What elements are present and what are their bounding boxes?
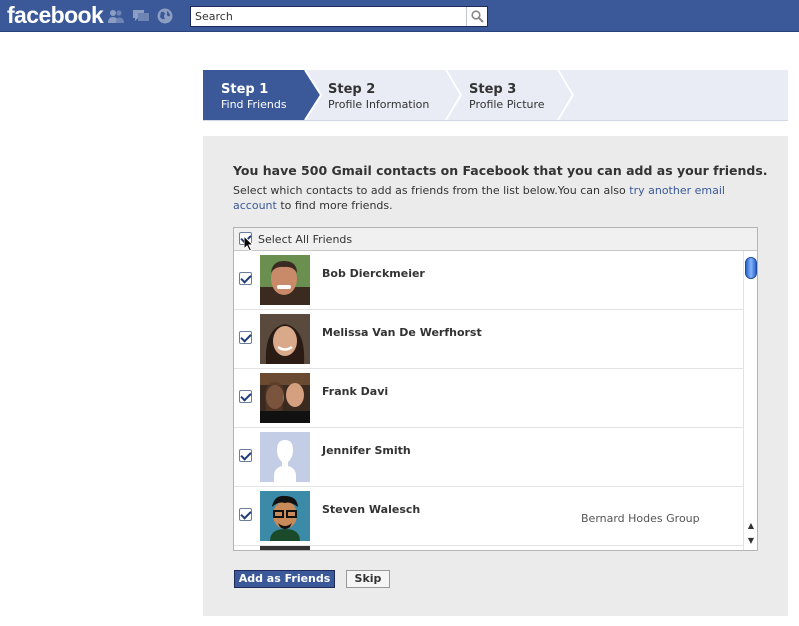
default-silhouette-icon: [260, 432, 310, 482]
skip-button[interactable]: Skip: [346, 570, 390, 588]
description-text: Select which contacts to add as friends …: [233, 184, 630, 197]
friend-name: Jennifer Smith: [322, 444, 411, 457]
step-2-title: Step 2: [328, 82, 376, 97]
step-1-title: Step 1: [221, 82, 269, 97]
friend-list-scrollbar[interactable]: ▲ ▼: [743, 251, 757, 550]
friend-row[interactable]: Steven Walesch Bernard Hodes Group: [234, 487, 743, 546]
friend-checkbox[interactable]: [239, 390, 252, 403]
friend-name: Frank Davi: [322, 385, 389, 398]
description-suffix: to find more friends.: [276, 199, 393, 212]
friend-name: Melissa Van De Werfhorst: [322, 326, 482, 339]
friend-list: Select All Friends Bob Dierckmeier Melis…: [233, 227, 758, 551]
contacts-headline: You have 500 Gmail contacts on Facebook …: [233, 163, 768, 178]
scroll-up-icon[interactable]: ▲: [744, 519, 758, 532]
friend-name: Bob Dierckmeier: [322, 267, 425, 280]
add-as-friends-button[interactable]: Add as Friends: [234, 570, 335, 588]
profile-photo-icon: [260, 314, 310, 364]
friend-requests-icon[interactable]: [108, 8, 124, 24]
friend-row[interactable]: Jennifer Smith: [234, 428, 743, 487]
search-input[interactable]: [191, 7, 467, 26]
friend-checkbox[interactable]: [239, 331, 252, 344]
notifications-icon[interactable]: [157, 8, 173, 24]
friend-checkbox[interactable]: [239, 272, 252, 285]
mouse-cursor-icon: [244, 236, 254, 252]
friend-checkbox[interactable]: [239, 508, 252, 521]
profile-photo-icon: [260, 373, 310, 423]
step-1-subtitle: Find Friends: [221, 98, 287, 111]
friend-checkbox[interactable]: [239, 449, 252, 462]
friend-row-partial[interactable]: [234, 546, 743, 550]
contacts-description: Select which contacts to add as friends …: [233, 183, 753, 213]
messages-icon[interactable]: [133, 8, 149, 24]
find-friends-panel: You have 500 Gmail contacts on Facebook …: [203, 136, 788, 616]
step-progress-bar: Step 1 Find Friends Step 2 Profile Infor…: [203, 70, 788, 121]
search-box: [190, 6, 488, 27]
scroll-down-icon[interactable]: ▼: [744, 534, 758, 547]
profile-photo-icon: [260, 546, 310, 550]
select-all-row[interactable]: Select All Friends: [234, 228, 757, 252]
step-2[interactable]: Step 2 Profile Information: [313, 70, 453, 120]
friend-network: Bernard Hodes Group: [581, 512, 700, 525]
search-icon: [471, 10, 484, 23]
friend-row[interactable]: Frank Davi: [234, 369, 743, 428]
select-all-label: Select All Friends: [258, 233, 353, 246]
scrollbar-thumb[interactable]: [745, 257, 757, 279]
cartoon-avatar-icon: [260, 491, 310, 541]
step-1[interactable]: Step 1 Find Friends: [203, 70, 313, 120]
facebook-logo[interactable]: facebook: [7, 2, 104, 29]
search-button[interactable]: [466, 7, 487, 26]
friend-rows: Bob Dierckmeier Melissa Van De Werfhorst…: [234, 251, 743, 550]
friend-name: Steven Walesch: [322, 503, 421, 516]
friend-row[interactable]: Bob Dierckmeier: [234, 251, 743, 310]
step-2-subtitle: Profile Information: [328, 98, 430, 111]
step-3-title: Step 3: [469, 82, 517, 97]
step-3[interactable]: Step 3 Profile Picture: [453, 70, 573, 120]
friend-row[interactable]: Melissa Van De Werfhorst: [234, 310, 743, 369]
profile-photo-icon: [260, 255, 310, 305]
step-3-subtitle: Profile Picture: [469, 98, 545, 111]
top-bar: facebook: [0, 0, 799, 32]
